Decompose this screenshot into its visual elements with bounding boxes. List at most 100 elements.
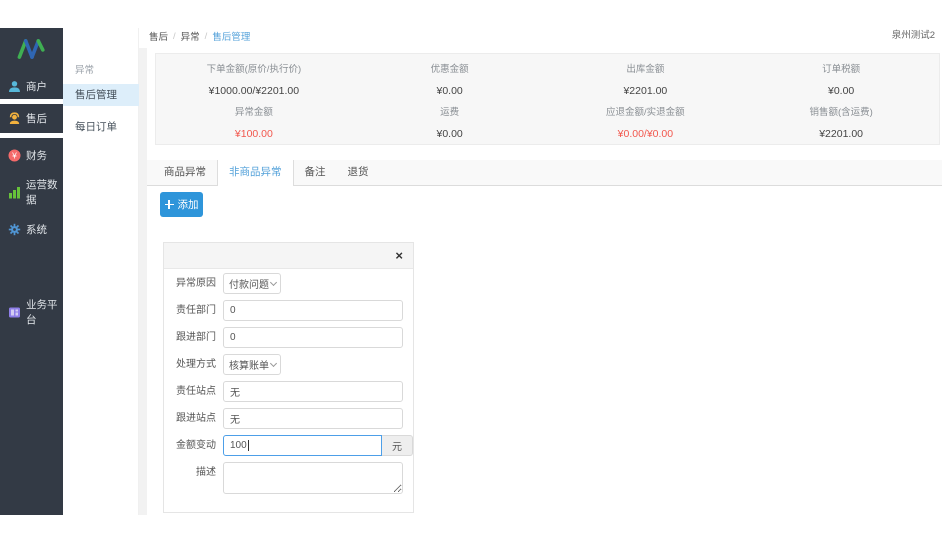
responsible-site-input[interactable] bbox=[223, 381, 403, 402]
summary-col-order-amount: 下单金额(原价/执行价) ¥1000.00/¥2201.00 异常金额 ¥100… bbox=[156, 54, 352, 144]
sidebar-item-after-sales[interactable]: 售后 bbox=[0, 104, 63, 133]
stat-label: 下单金额(原价/执行价) bbox=[156, 63, 352, 77]
field-label: 描述 bbox=[164, 462, 222, 483]
svg-text:¥: ¥ bbox=[11, 150, 17, 160]
add-button-label: 添加 bbox=[178, 197, 199, 212]
field-label: 跟进部门 bbox=[164, 327, 222, 348]
select-value: 付款问题 bbox=[229, 276, 269, 291]
chevron-down-icon bbox=[270, 360, 277, 367]
system-icon bbox=[8, 223, 21, 236]
sidebar-item-merchant[interactable]: 商户 bbox=[0, 73, 63, 99]
brand-logo bbox=[0, 32, 63, 66]
field-amount-change: 金额变动 100 元 bbox=[164, 435, 413, 456]
form-card-body: 异常原因 付款问题 责任部门 跟进部门 处理方式 核算账单 bbox=[164, 269, 413, 494]
sidebar-item-label: 财务 bbox=[26, 148, 47, 163]
stat-value-danger: ¥100.00 bbox=[156, 127, 352, 141]
breadcrumb-item[interactable]: 售后 bbox=[149, 29, 168, 43]
secondary-sidebar: 异常 售后管理 每日订单 bbox=[63, 28, 139, 515]
field-label: 异常原因 bbox=[164, 273, 222, 294]
breadcrumb-item[interactable]: 异常 bbox=[181, 29, 200, 43]
stat-label: 异常金额 bbox=[156, 106, 352, 120]
analytics-icon bbox=[8, 186, 21, 199]
stat-label: 优惠金额 bbox=[352, 63, 548, 77]
select-value: 核算账单 bbox=[229, 357, 269, 372]
sidebar-item-label: 系统 bbox=[26, 222, 47, 237]
amount-input-group: 100 元 bbox=[223, 435, 413, 456]
field-follow-up-site: 跟进站点 bbox=[164, 408, 413, 429]
submenu-item-label: 每日订单 bbox=[75, 121, 117, 133]
merchant-icon bbox=[8, 80, 21, 93]
sidebar-separator bbox=[0, 133, 63, 138]
finance-icon: ¥ bbox=[8, 149, 21, 162]
form-card-header: × bbox=[164, 243, 413, 269]
close-icon[interactable]: × bbox=[395, 249, 403, 262]
plus-icon bbox=[165, 200, 174, 209]
business-icon bbox=[8, 306, 21, 319]
after-sales-icon bbox=[8, 112, 21, 125]
summary-col-discount: 优惠金额 ¥0.00 运费 ¥0.00 bbox=[352, 54, 548, 144]
breadcrumb-separator: / bbox=[205, 31, 208, 42]
submenu-group-label: 异常 bbox=[75, 62, 94, 76]
sidebar-item-system[interactable]: 系统 bbox=[0, 214, 63, 244]
field-label: 跟进站点 bbox=[164, 408, 222, 429]
tab-non-product-exception[interactable]: 非商品异常 bbox=[217, 160, 294, 186]
sidebar-item-finance[interactable]: ¥ 财务 bbox=[0, 140, 63, 170]
description-textarea[interactable] bbox=[223, 462, 403, 494]
stat-value: ¥0.00 bbox=[743, 84, 939, 98]
field-label: 责任站点 bbox=[164, 381, 222, 402]
stat-label: 运费 bbox=[352, 106, 548, 120]
submenu-item-daily-orders[interactable]: 每日订单 bbox=[63, 116, 139, 138]
sidebar-item-analytics[interactable]: 运营数据 bbox=[0, 177, 63, 207]
stat-label: 订单税额 bbox=[743, 63, 939, 77]
sidebar-item-label: 售后 bbox=[26, 111, 47, 126]
tab-returns[interactable]: 退货 bbox=[337, 160, 380, 186]
exception-reason-select[interactable]: 付款问题 bbox=[223, 273, 281, 294]
chevron-down-icon bbox=[270, 279, 277, 286]
handling-method-select[interactable]: 核算账单 bbox=[223, 354, 281, 375]
stat-label: 应退金额/实退金额 bbox=[548, 106, 744, 120]
sidebar-item-label: 商户 bbox=[26, 79, 47, 94]
amount-unit-addon: 元 bbox=[382, 435, 413, 456]
submenu-item-after-sales-management[interactable]: 售后管理 bbox=[63, 84, 139, 106]
tab-product-exception[interactable]: 商品异常 bbox=[153, 160, 217, 186]
stat-value: ¥2201.00 bbox=[548, 84, 744, 98]
field-responsible-department: 责任部门 bbox=[164, 300, 413, 321]
field-label: 处理方式 bbox=[164, 354, 222, 375]
responsible-department-input[interactable] bbox=[223, 300, 403, 321]
field-exception-reason: 异常原因 付款问题 bbox=[164, 273, 413, 294]
amount-value: 100 bbox=[230, 440, 247, 451]
follow-up-site-input[interactable] bbox=[223, 408, 403, 429]
content-gutter bbox=[139, 48, 147, 515]
brand-logo-icon bbox=[14, 36, 50, 62]
field-handling-method: 处理方式 核算账单 bbox=[164, 354, 413, 375]
tab-bar: 商品异常 非商品异常 备注 退货 bbox=[147, 160, 942, 186]
field-label: 金额变动 bbox=[164, 435, 222, 456]
submenu-item-label: 售后管理 bbox=[75, 89, 117, 101]
sidebar-item-label: 运营数据 bbox=[26, 177, 63, 207]
field-description: 描述 bbox=[164, 462, 413, 494]
field-follow-up-department: 跟进部门 bbox=[164, 327, 413, 348]
stat-value-danger: ¥0.00/¥0.00 bbox=[548, 127, 744, 141]
stat-value: ¥0.00 bbox=[352, 84, 548, 98]
summary-col-tax: 订单税额 ¥0.00 销售额(含运费) ¥2201.00 bbox=[743, 54, 939, 144]
stat-label: 出库金额 bbox=[548, 63, 744, 77]
breadcrumb: 售后 / 异常 / 售后管理 bbox=[149, 29, 250, 43]
breadcrumb-item-current[interactable]: 售后管理 bbox=[212, 29, 250, 43]
text-cursor bbox=[248, 440, 249, 451]
summary-col-outbound: 出库金额 ¥2201.00 应退金额/实退金额 ¥0.00/¥0.00 bbox=[548, 54, 744, 144]
sidebar-item-label: 业务平台 bbox=[26, 297, 63, 327]
amount-input[interactable]: 100 bbox=[223, 435, 382, 456]
field-responsible-site: 责任站点 bbox=[164, 381, 413, 402]
add-button[interactable]: 添加 bbox=[160, 192, 203, 217]
follow-up-department-input[interactable] bbox=[223, 327, 403, 348]
tab-remarks[interactable]: 备注 bbox=[294, 160, 337, 186]
sidebar-item-business-platform[interactable]: 业务平台 bbox=[0, 297, 63, 327]
stat-value: ¥0.00 bbox=[352, 127, 548, 141]
primary-sidebar: 商户 售后 ¥ 财务 bbox=[0, 28, 63, 515]
stat-value: ¥1000.00/¥2201.00 bbox=[156, 84, 352, 98]
field-label: 责任部门 bbox=[164, 300, 222, 321]
account-name[interactable]: 泉州测试2 bbox=[892, 27, 935, 41]
page: 商户 售后 ¥ 财务 bbox=[0, 0, 942, 543]
order-summary-panel: 下单金额(原价/执行价) ¥1000.00/¥2201.00 异常金额 ¥100… bbox=[155, 53, 940, 145]
exception-form-card: × 异常原因 付款问题 责任部门 跟进部门 处理方式 核算 bbox=[163, 242, 414, 513]
